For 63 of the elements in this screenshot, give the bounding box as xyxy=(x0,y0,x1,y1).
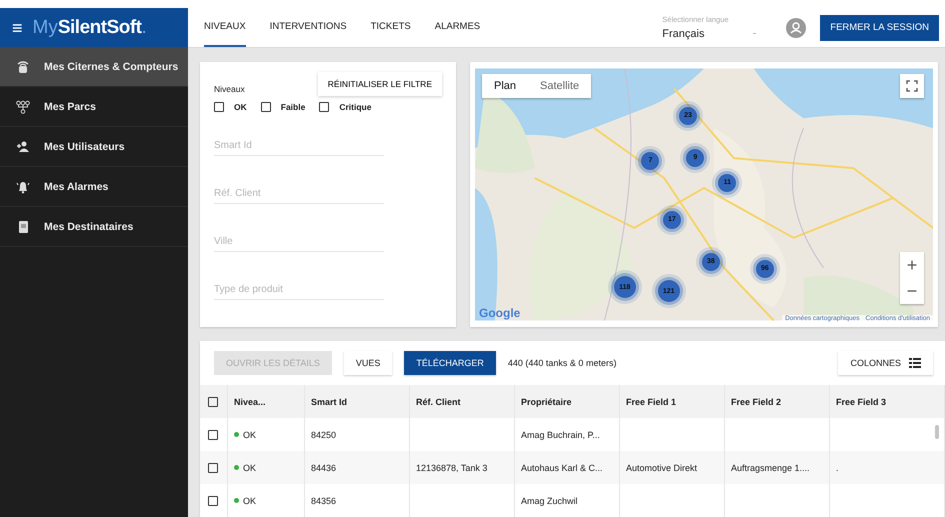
checkbox-label: Critique xyxy=(339,102,372,112)
input-field[interactable]: Ville xyxy=(214,234,384,252)
table-cell: 84356 xyxy=(311,496,336,506)
map-type-button[interactable]: Plan xyxy=(482,74,528,98)
book-icon xyxy=(16,220,30,234)
map-attribution: Google xyxy=(479,306,520,320)
column-header[interactable]: Free Field 2 xyxy=(725,385,830,418)
bell-icon xyxy=(16,180,30,194)
table-cell: . xyxy=(836,462,839,472)
column-header[interactable]: Propriétaire xyxy=(515,385,620,418)
table-cell: 84250 xyxy=(311,430,336,440)
checkbox-label: OK xyxy=(234,102,247,112)
column-header[interactable]: Free Field 1 xyxy=(620,385,725,418)
table-cell: OK xyxy=(243,430,256,440)
row-checkbox[interactable] xyxy=(208,462,218,472)
sidebar-item[interactable]: Mes Citernes & Compteurs xyxy=(0,47,188,87)
record-count: 440 (440 tanks & 0 meters) xyxy=(508,358,618,368)
column-header[interactable]: Réf. Client xyxy=(410,385,515,418)
scrollbar[interactable] xyxy=(935,425,939,439)
columns-button[interactable]: COLONNES xyxy=(838,351,933,375)
toolbar-button[interactable]: VUES xyxy=(344,351,392,375)
network-icon xyxy=(16,100,30,114)
checkbox-label: Faible xyxy=(280,102,306,112)
checkbox[interactable] xyxy=(319,102,330,112)
table-cell: 84436 xyxy=(311,462,336,472)
column-header[interactable]: Nivea... xyxy=(228,385,305,418)
levels-label: Niveaux xyxy=(214,84,245,94)
table-cell: Automotive Direkt xyxy=(626,462,698,472)
fullscreen-icon xyxy=(906,80,918,92)
input-field[interactable]: Smart Id xyxy=(214,138,384,156)
table-cell: Amag Buchrain, P... xyxy=(521,430,600,440)
app-logo: MySilentSoft. xyxy=(32,16,147,38)
select-all-checkbox[interactable] xyxy=(208,396,218,406)
row-checkbox[interactable] xyxy=(208,496,218,506)
checkbox[interactable] xyxy=(260,102,271,112)
reset-filter-button[interactable]: RÉINITIALISER LE FILTRE xyxy=(318,72,442,96)
fullscreen-button[interactable] xyxy=(900,74,924,98)
input-field[interactable]: Réf. Client xyxy=(214,186,384,204)
logout-button[interactable]: FERMER LA SESSION xyxy=(820,14,939,40)
tank-icon xyxy=(16,60,30,74)
menu-icon[interactable]: ≡ xyxy=(12,18,23,36)
tab[interactable]: TICKETS xyxy=(370,8,411,47)
table-cell: OK xyxy=(243,496,256,506)
column-header[interactable]: Free Field 3 xyxy=(830,385,945,418)
toolbar-button[interactable]: TÉLÉCHARGER xyxy=(404,351,496,375)
table-cell: Amag Zuchwil xyxy=(521,496,578,506)
avatar-icon xyxy=(786,18,806,38)
add-user-icon xyxy=(16,140,30,154)
table-cell: Auftragsmenge 1.... xyxy=(731,462,810,472)
table-cell: Autohaus Karl & C... xyxy=(521,462,603,472)
column-header[interactable]: Smart Id xyxy=(305,385,410,418)
row-checkbox[interactable] xyxy=(208,430,218,440)
input-field[interactable]: Type de produit xyxy=(214,282,384,300)
table-cell: OK xyxy=(243,462,256,472)
table-cell: 12136878, Tank 3 xyxy=(416,462,488,472)
zoom-out-button[interactable]: − xyxy=(900,278,924,304)
checkbox[interactable] xyxy=(214,102,224,112)
zoom-in-button[interactable]: + xyxy=(900,252,924,278)
map-type-button[interactable]: Satellite xyxy=(528,74,592,98)
tab[interactable]: INTERVENTIONS xyxy=(270,8,347,47)
tab[interactable]: NIVEAUX xyxy=(204,8,246,47)
tab[interactable]: ALARMES xyxy=(434,8,480,47)
list-icon xyxy=(909,358,921,368)
